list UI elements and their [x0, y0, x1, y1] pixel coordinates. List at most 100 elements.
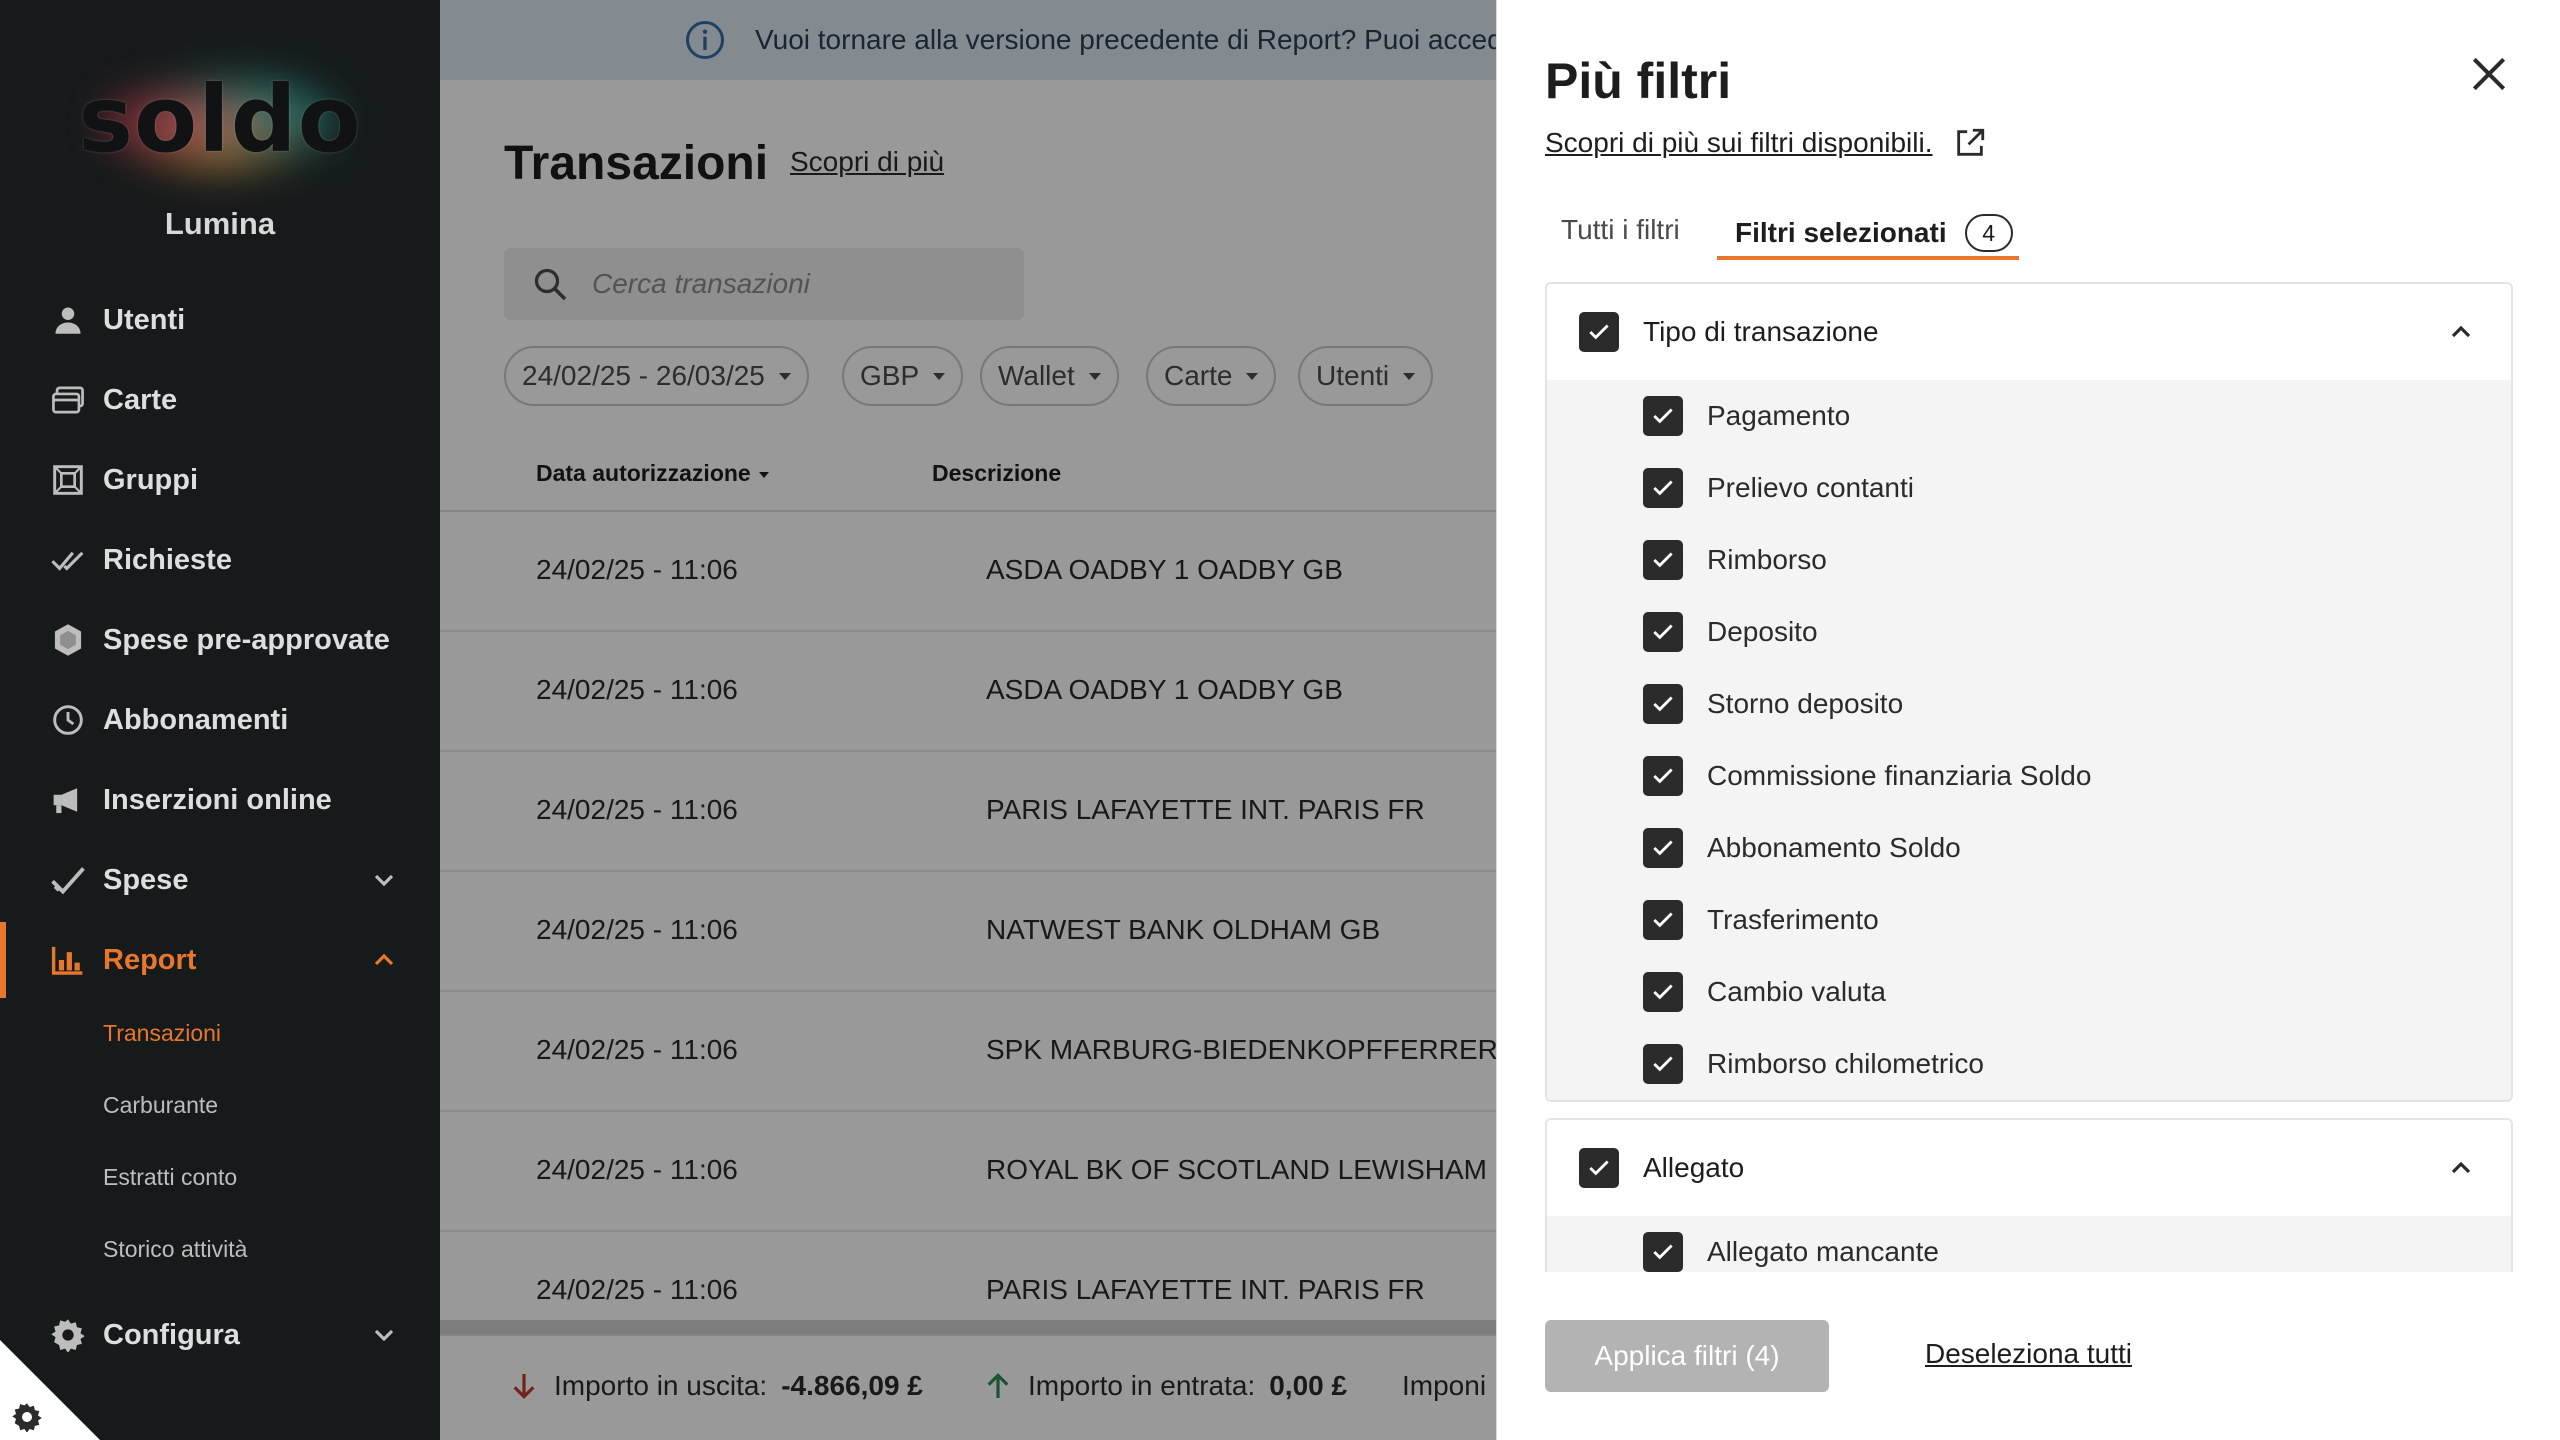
checkmark-icon: [1653, 912, 1673, 928]
chevron-up-icon[interactable]: [2445, 316, 2477, 348]
sidebar-item-label: Carte: [103, 383, 178, 416]
filter-option[interactable]: Abbonamento Soldo: [1547, 812, 2511, 884]
option-label: Pagamento: [1707, 400, 1851, 431]
apply-filters-button[interactable]: Applica filtri (4): [1545, 1320, 1829, 1392]
checkmark-icon: [1589, 324, 1609, 340]
section-header[interactable]: Tipo di transazione: [1547, 284, 2511, 380]
tab-selected-filters[interactable]: Filtri selezionati 4: [1735, 214, 2013, 252]
double-check-icon: [48, 540, 88, 580]
close-icon[interactable]: [2467, 52, 2511, 96]
deselect-all-link[interactable]: Deseleziona tutti: [1925, 1338, 2132, 1370]
option-label: Rimborso: [1707, 544, 1827, 575]
sidebar-item-richieste[interactable]: Richieste: [0, 525, 440, 595]
option-label: Rimborso chilometrico: [1707, 1048, 1984, 1079]
filters-info-link[interactable]: Scopri di più sui filtri disponibili.: [1545, 126, 1987, 160]
filter-option[interactable]: Rimborso chilometrico: [1547, 1028, 2511, 1100]
cards-icon: [48, 380, 88, 420]
sidebar-item-abbonamenti[interactable]: Abbonamenti: [0, 685, 440, 755]
option-checkbox[interactable]: [1643, 468, 1683, 508]
option-label: Storno deposito: [1707, 688, 1904, 719]
option-checkbox[interactable]: [1643, 1232, 1683, 1272]
sidebar-item-label: Gruppi: [103, 463, 199, 496]
option-checkbox[interactable]: [1643, 612, 1683, 652]
checkmark-icon: [1653, 840, 1673, 856]
gear-icon: [12, 1403, 42, 1432]
option-checkbox[interactable]: [1643, 828, 1683, 868]
option-checkbox[interactable]: [1643, 1044, 1683, 1084]
option-checkbox[interactable]: [1643, 540, 1683, 580]
option-label: Abbonamento Soldo: [1707, 832, 1961, 863]
section-title: Tipo di transazione: [1643, 316, 1879, 347]
chevron-up-icon[interactable]: [368, 944, 400, 976]
section-checkbox[interactable]: [1579, 1148, 1619, 1188]
sidebar-item-utenti[interactable]: Utenti: [0, 285, 440, 355]
filter-option[interactable]: Prelievo contanti: [1547, 452, 2511, 524]
selected-count-badge: 4: [1964, 214, 2013, 252]
filter-section-transaction-type: Tipo di transazione Pagamento Prelievo c…: [1545, 282, 2513, 1102]
shield-icon: [48, 620, 88, 660]
sidebar-item-label: Abbonamenti: [103, 703, 289, 736]
option-checkbox[interactable]: [1643, 396, 1683, 436]
clock-icon: [48, 700, 88, 740]
option-label: Cambio valuta: [1707, 976, 1886, 1007]
chevron-up-icon[interactable]: [2445, 1152, 2477, 1184]
sidebar-item-report[interactable]: Report: [0, 925, 440, 995]
active-tab-indicator: [1717, 256, 2019, 260]
modal-overlay[interactable]: [440, 0, 1496, 1440]
external-link-icon: [1956, 128, 1984, 156]
filters-info-link-text: Scopri di più sui filtri disponibili.: [1545, 127, 1933, 158]
sidebar-item-label: Inserzioni online: [103, 783, 332, 816]
sidebar-item-gruppi[interactable]: Gruppi: [0, 445, 440, 515]
option-checkbox[interactable]: [1643, 756, 1683, 796]
option-label: Deposito: [1707, 616, 1818, 647]
chevron-down-icon[interactable]: [368, 864, 400, 896]
bar-chart-icon: [48, 940, 88, 980]
megaphone-icon: [48, 780, 88, 820]
sidebar-item-spese-pre-approvate[interactable]: Spese pre-approvate: [0, 605, 440, 675]
option-checkbox[interactable]: [1643, 684, 1683, 724]
filter-option[interactable]: Cambio valuta: [1547, 956, 2511, 1028]
sidebar: soldo Lumina Utenti Carte Gruppi Richies…: [0, 0, 440, 1440]
checkmark-icon: [1653, 552, 1673, 568]
sidebar-item-inserzioni-online[interactable]: Inserzioni online: [0, 765, 440, 835]
sidebar-item-label: Richieste: [103, 543, 232, 576]
filter-option[interactable]: Deposito: [1547, 596, 2511, 668]
checkmark-icon: [1653, 624, 1673, 640]
filter-option[interactable]: Rimborso: [1547, 524, 2511, 596]
panel-title: Più filtri: [1545, 53, 1732, 109]
option-checkbox[interactable]: [1643, 900, 1683, 940]
tab-all-filters[interactable]: Tutti i filtri: [1561, 214, 1680, 246]
option-label: Prelievo contanti: [1707, 472, 1915, 503]
sidebar-subitem-transazioni[interactable]: Transazioni: [103, 1020, 221, 1047]
filter-option[interactable]: Storno deposito: [1547, 668, 2511, 740]
checkmark-icon: [1653, 1244, 1673, 1260]
option-checkbox[interactable]: [1643, 972, 1683, 1012]
sidebar-subitem-estratti-conto[interactable]: Estratti conto: [103, 1164, 237, 1191]
sidebar-item-label: Report: [103, 943, 197, 976]
checkmark-icon: [1653, 768, 1673, 784]
soldo-logo[interactable]: soldo: [60, 48, 380, 188]
sidebar-item-configura[interactable]: Configura: [0, 1300, 440, 1370]
section-checkbox[interactable]: [1579, 312, 1619, 352]
sidebar-subitem-storico-attivita[interactable]: Storico attività: [103, 1236, 247, 1263]
checkmark-icon: [1653, 480, 1673, 496]
filter-option[interactable]: Trasferimento: [1547, 884, 2511, 956]
chevron-down-icon[interactable]: [368, 1319, 400, 1351]
checkmark-icon: [1589, 1160, 1609, 1176]
section-title: Allegato: [1643, 1152, 1745, 1183]
sidebar-item-carte[interactable]: Carte: [0, 365, 440, 435]
section-header[interactable]: Allegato: [1547, 1120, 2511, 1216]
checkmark-icon: [1653, 984, 1673, 1000]
sidebar-subitem-carburante[interactable]: Carburante: [103, 1092, 218, 1119]
checkmark-icon: [1653, 408, 1673, 424]
sidebar-item-spese[interactable]: Spese: [0, 845, 440, 915]
logo-text: soldo: [78, 66, 362, 173]
option-label: Commissione finanziaria Soldo: [1707, 760, 2092, 791]
user-icon: [48, 300, 88, 340]
filter-option[interactable]: Commissione finanziaria Soldo: [1547, 740, 2511, 812]
checkmark-icon: [1653, 1056, 1673, 1072]
option-label: Trasferimento: [1707, 904, 1879, 935]
checkmark-icon: [1653, 696, 1673, 712]
filter-option[interactable]: Pagamento: [1547, 380, 2511, 452]
sidebar-item-label: Configura: [103, 1318, 240, 1351]
